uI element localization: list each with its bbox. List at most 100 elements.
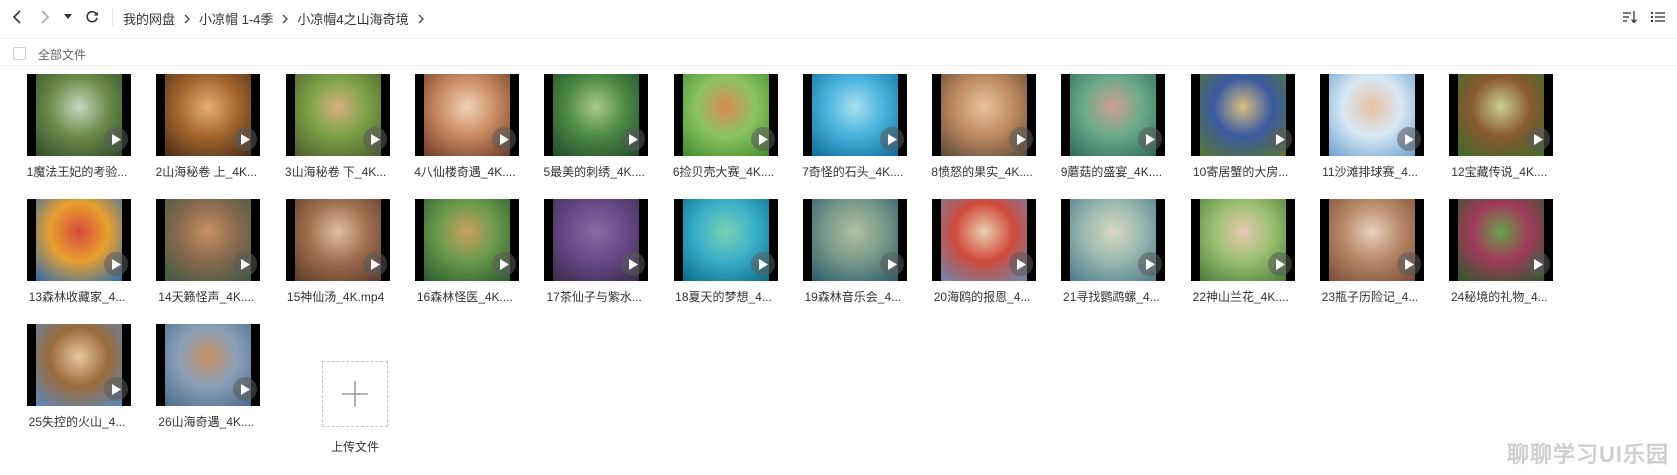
video-thumbnail[interactable]	[673, 74, 778, 156]
file-item[interactable]: 7奇怪的石头_4K....	[789, 74, 917, 190]
file-name: 4八仙楼奇遇_4K....	[414, 165, 516, 179]
file-name: 11沙滩排球赛_4...	[1322, 165, 1418, 179]
watermark: 聊聊学习UI乐园	[1506, 442, 1669, 467]
play-icon	[1397, 252, 1421, 276]
file-name: 8愤怒的果实_4K....	[931, 165, 1033, 179]
video-thumbnail[interactable]	[414, 74, 519, 156]
video-thumbnail[interactable]	[1320, 199, 1424, 281]
video-thumbnail[interactable]	[156, 199, 261, 281]
play-icon	[491, 127, 516, 151]
play-icon	[362, 127, 387, 151]
play-icon	[621, 127, 646, 151]
file-name: 23瓶子历险记_4...	[1321, 290, 1419, 304]
video-thumbnail[interactable]	[285, 199, 390, 281]
file-item[interactable]: 13森林收藏家_4...	[13, 199, 141, 315]
file-item[interactable]: 10寄居蟹的大房...	[1177, 74, 1305, 190]
video-thumbnail[interactable]	[932, 74, 1037, 156]
video-thumbnail[interactable]	[1061, 74, 1166, 156]
file-item[interactable]: 26山海奇遇_4K....	[142, 324, 270, 440]
upload-file-label: 上传文件	[330, 440, 379, 454]
play-icon	[750, 252, 775, 276]
video-thumbnail[interactable]	[1320, 74, 1424, 156]
play-icon	[1138, 252, 1163, 276]
video-thumbnail[interactable]	[1449, 74, 1554, 156]
play-icon	[233, 377, 258, 401]
video-thumbnail[interactable]	[544, 74, 649, 156]
file-name: 26山海奇遇_4K....	[158, 415, 255, 429]
file-item[interactable]: 2山海秘卷 上_4K...	[142, 74, 270, 190]
file-item[interactable]: 21寻找鹦鹉螺_4...	[1047, 199, 1175, 315]
file-name: 6捡贝壳大赛_4K....	[672, 165, 775, 179]
play-icon	[104, 252, 128, 276]
play-icon	[1526, 252, 1551, 276]
file-name: 15神仙汤_4K.mp4	[286, 290, 385, 304]
file-item[interactable]: 9蘑菇的盛宴_4K....	[1047, 74, 1175, 190]
file-item[interactable]: 25失控的火山_4...	[13, 324, 141, 440]
video-thumbnail[interactable]	[673, 199, 778, 281]
file-item[interactable]: 3山海秘卷 下_4K...	[272, 74, 400, 190]
file-name: 9蘑菇的盛宴_4K....	[1060, 165, 1163, 179]
file-item[interactable]: 23瓶子历险记_4...	[1306, 199, 1434, 315]
file-name: 12宝藏传说_4K....	[1451, 165, 1548, 179]
video-thumbnail[interactable]	[285, 74, 390, 156]
file-name: 13森林收藏家_4...	[28, 290, 126, 304]
play-icon	[104, 127, 128, 151]
video-thumbnail[interactable]	[802, 199, 907, 281]
file-name: 5最美的刺绣_4K....	[543, 165, 645, 179]
file-item[interactable]: 5最美的刺绣_4K....	[530, 74, 658, 190]
file-item[interactable]: 24秘境的礼物_4...	[1435, 199, 1563, 315]
file-item[interactable]: 14天籁怪声_4K....	[142, 199, 270, 315]
video-thumbnail[interactable]	[544, 199, 649, 281]
play-icon	[233, 127, 258, 151]
file-item[interactable]: 22神山兰花_4K....	[1177, 199, 1305, 315]
video-thumbnail[interactable]	[1061, 199, 1166, 281]
file-name: 18夏天的梦想_4...	[675, 290, 772, 304]
file-item[interactable]: 17茶仙子与紫水...	[530, 199, 658, 315]
file-grid: 1魔法王妃的考验... 2山海秘卷 上_4K... 3山海秘卷 下_4K... 4八仙…	[0, 0, 1677, 475]
video-thumbnail[interactable]	[932, 199, 1037, 281]
file-item[interactable]: 18夏天的梦想_4...	[660, 199, 788, 315]
file-name: 19森林音乐会_4...	[804, 290, 902, 304]
file-name: 16森林怪医_4K....	[416, 290, 513, 304]
file-item[interactable]: 4八仙楼奇遇_4K....	[401, 74, 529, 190]
play-icon	[621, 252, 646, 276]
play-icon	[879, 252, 904, 276]
file-name: 2山海秘卷 上_4K...	[155, 165, 257, 179]
file-item[interactable]: 15神仙汤_4K.mp4	[272, 199, 400, 315]
file-item[interactable]: 8愤怒的果实_4K....	[918, 74, 1046, 190]
file-item[interactable]: 20海鸥的报恩_4...	[918, 199, 1046, 315]
play-icon	[1397, 127, 1421, 151]
file-item[interactable]: 19森林音乐会_4...	[789, 199, 917, 315]
file-name: 14天籁怪声_4K....	[158, 290, 255, 304]
video-thumbnail[interactable]	[27, 199, 131, 281]
play-icon	[1526, 127, 1551, 151]
play-icon	[491, 252, 516, 276]
file-name: 20海鸥的报恩_4...	[933, 290, 1031, 304]
video-thumbnail[interactable]	[1190, 199, 1295, 281]
file-name: 21寻找鹦鹉螺_4...	[1063, 290, 1160, 304]
video-thumbnail[interactable]	[1449, 199, 1554, 281]
play-icon	[1267, 252, 1292, 276]
play-icon	[1009, 127, 1034, 151]
play-icon	[750, 127, 775, 151]
file-item[interactable]: 11沙滩排球赛_4...	[1306, 74, 1434, 190]
video-thumbnail[interactable]	[27, 324, 131, 406]
upload-file-button[interactable]	[322, 361, 388, 427]
video-thumbnail[interactable]	[27, 74, 131, 156]
file-item[interactable]: 6捡贝壳大赛_4K....	[660, 74, 788, 190]
play-icon	[879, 127, 904, 151]
video-thumbnail[interactable]	[1190, 74, 1295, 156]
file-name: 10寄居蟹的大房...	[1193, 165, 1289, 179]
play-icon	[1009, 252, 1034, 276]
file-name: 1魔法王妃的考验...	[26, 165, 128, 179]
plus-icon	[342, 381, 368, 407]
file-item[interactable]: 1魔法王妃的考验...	[13, 74, 141, 190]
video-thumbnail[interactable]	[414, 199, 519, 281]
video-thumbnail[interactable]	[156, 74, 261, 156]
video-thumbnail[interactable]	[802, 74, 907, 156]
video-thumbnail[interactable]	[156, 324, 261, 406]
file-item[interactable]: 16森林怪医_4K....	[401, 199, 529, 315]
file-item[interactable]: 12宝藏传说_4K....	[1435, 74, 1563, 190]
file-name: 22神山兰花_4K....	[1192, 290, 1289, 304]
file-name: 25失控的火山_4...	[28, 415, 126, 429]
